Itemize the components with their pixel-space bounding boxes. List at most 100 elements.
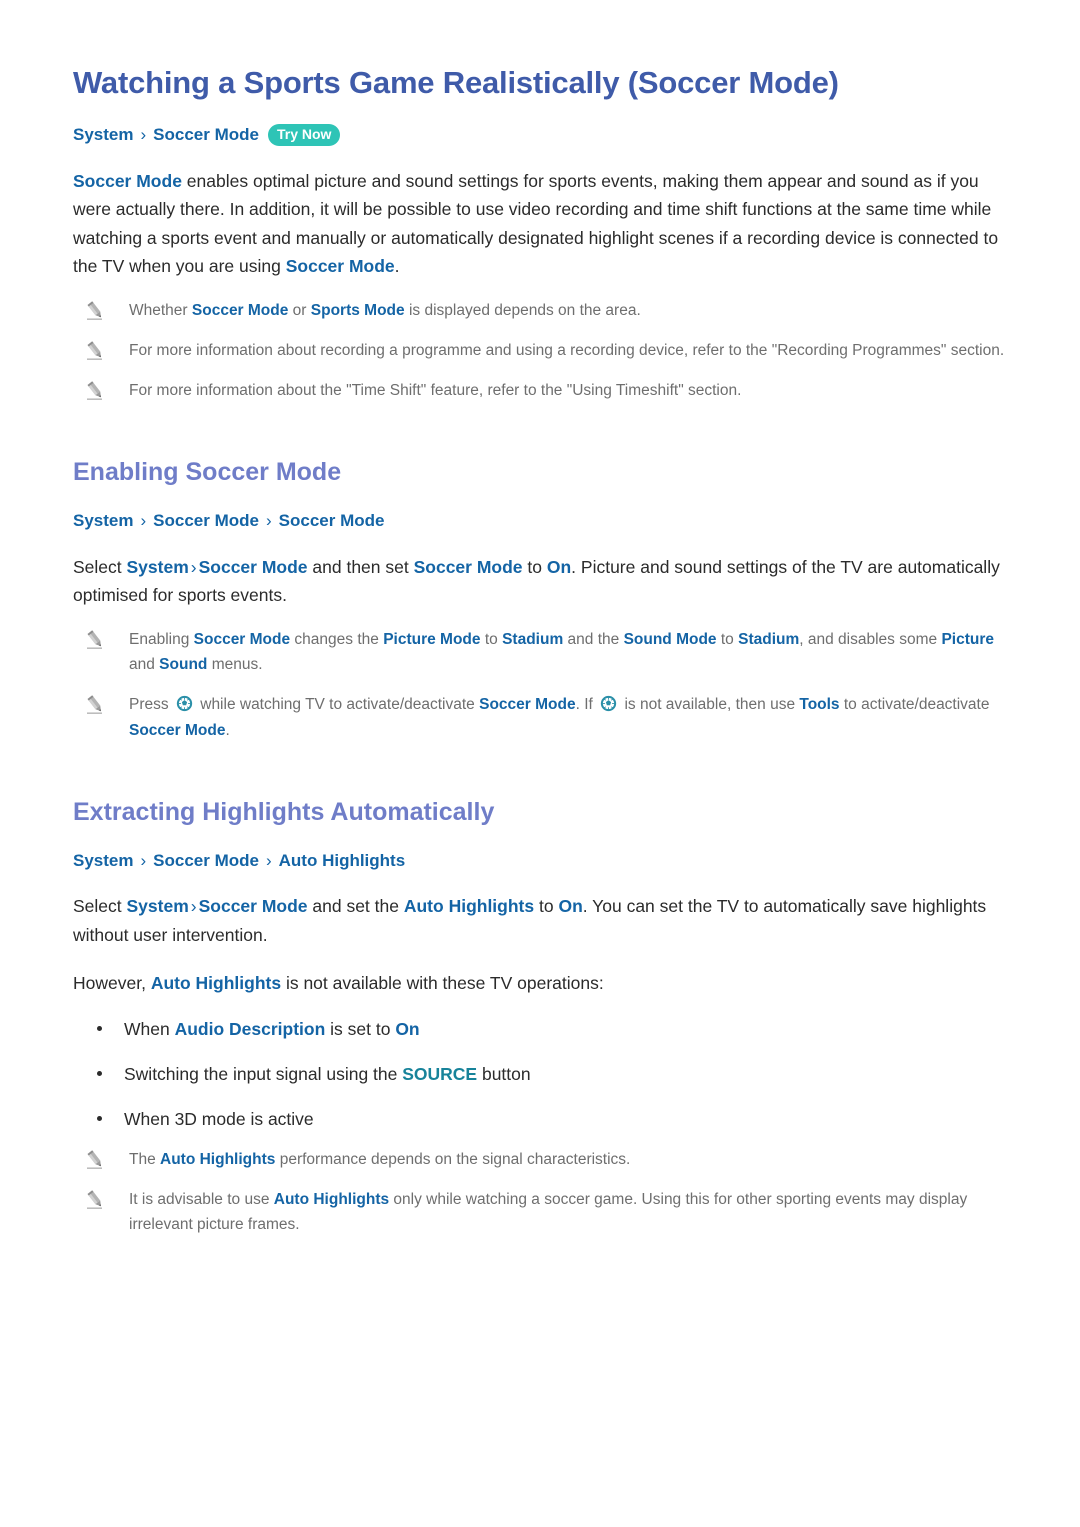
note-link[interactable]: Picture xyxy=(941,631,994,648)
text-run: performance depends on the signal charac… xyxy=(275,1150,631,1168)
breadcrumb-item[interactable]: Soccer Mode xyxy=(153,849,259,873)
text-run: The xyxy=(129,1150,161,1168)
text-run: is set to xyxy=(325,1018,396,1039)
intro-notes: Whether Soccer Mode or Sports Mode is di… xyxy=(73,298,1007,403)
text-run: is not available, then use xyxy=(620,696,800,714)
note-text: Whether Soccer Mode or Sports Mode is di… xyxy=(129,298,1007,323)
breadcrumb-item[interactable]: System xyxy=(73,509,133,533)
document-page: Watching a Sports Game Realistically (So… xyxy=(0,0,1080,1527)
inline-link[interactable]: Soccer Mode xyxy=(199,557,308,577)
text-run: and the xyxy=(563,631,624,649)
list-item: When Audio Description is set to On xyxy=(73,1015,1007,1043)
note-link[interactable]: Stadium xyxy=(738,631,799,648)
text-run: changes the xyxy=(290,631,384,649)
enabling-paragraph: Select System › Soccer Mode and then set S… xyxy=(73,553,1007,610)
note-item: The Auto Highlights performance depends … xyxy=(73,1147,1007,1172)
list-item: Switching the input signal using the SOU… xyxy=(73,1060,1007,1088)
pencil-icon xyxy=(87,1190,102,1210)
breadcrumb-separator-icon: › xyxy=(140,125,147,145)
note-item: Enabling Soccer Mode changes the Picture… xyxy=(73,627,1007,677)
inline-link[interactable]: On xyxy=(547,557,571,577)
note-item: Press while watching TV to activate/deac… xyxy=(73,692,1007,742)
note-link[interactable]: Tools xyxy=(799,696,839,713)
note-text: It is advisable to use Auto Highlights o… xyxy=(129,1187,1007,1237)
breadcrumb-item[interactable]: Soccer Mode xyxy=(153,509,259,533)
inline-link[interactable]: System xyxy=(127,896,189,916)
section-heading-enabling: Enabling Soccer Mode xyxy=(73,458,342,487)
note-link[interactable]: Soccer Mode xyxy=(129,722,225,739)
pencil-icon xyxy=(87,381,102,401)
note-link[interactable]: Picture Mode xyxy=(383,631,480,648)
inline-link[interactable]: Auto Highlights xyxy=(151,973,281,993)
breadcrumb-item[interactable]: System xyxy=(73,849,133,873)
note-link[interactable]: Auto Highlights xyxy=(160,1151,275,1168)
note-text: Enabling Soccer Mode changes the Picture… xyxy=(129,627,1007,677)
breadcrumb-item[interactable]: Soccer Mode xyxy=(153,123,259,147)
pencil-icon xyxy=(87,695,102,715)
intro-tail-link[interactable]: Soccer Mode xyxy=(286,256,395,276)
note-link[interactable]: Sound xyxy=(159,656,207,673)
note-link[interactable]: Sound Mode xyxy=(624,631,717,648)
breadcrumb-separator-icon: › xyxy=(265,511,272,531)
pencil-icon xyxy=(87,301,102,320)
text-run: or xyxy=(288,301,311,319)
text-run: to xyxy=(522,556,547,577)
text-run: For more information about recording a p… xyxy=(129,341,1005,359)
text-run: is displayed depends on the area. xyxy=(404,301,641,319)
highlights-paragraph-2: However, Auto Highlights is not availabl… xyxy=(73,969,1007,997)
breadcrumb-item[interactable]: Auto Highlights xyxy=(279,849,406,873)
breadcrumb-item[interactable]: System xyxy=(73,123,133,147)
note-text: Press while watching TV to activate/deac… xyxy=(129,692,1007,742)
breadcrumb-item[interactable]: Soccer Mode xyxy=(279,509,385,533)
text-run: to xyxy=(534,896,559,917)
note-text: For more information about the "Time Shi… xyxy=(129,378,1007,403)
text-run: and then set xyxy=(307,556,414,577)
text-run: For more information about the "Time Shi… xyxy=(129,382,742,400)
try-now-badge[interactable]: Try Now xyxy=(267,123,341,147)
enabling-notes: Enabling Soccer Mode changes the Picture… xyxy=(73,627,1007,742)
text-run: to activate/deactivate xyxy=(839,696,990,714)
text-run: . xyxy=(225,721,230,739)
pencil-icon xyxy=(87,630,102,650)
soccer-ball-icon xyxy=(176,696,193,712)
inline-link[interactable]: System xyxy=(127,557,189,577)
text-run: Enabling xyxy=(129,631,194,649)
text-run: menus. xyxy=(207,656,263,674)
intro-text-2: . xyxy=(394,256,400,277)
text-run: When 3D mode is active xyxy=(124,1108,314,1129)
note-item: For more information about recording a p… xyxy=(73,338,1007,363)
bullet-link[interactable]: On xyxy=(395,1019,419,1039)
bullet-link[interactable]: SOURCE xyxy=(402,1064,477,1084)
text-run: and xyxy=(129,656,160,674)
path-separator-icon: › xyxy=(190,896,197,917)
text-run: button xyxy=(477,1063,531,1084)
soccer-ball-icon xyxy=(600,696,617,712)
text-run: . If xyxy=(575,696,598,714)
inline-link[interactable]: Soccer Mode xyxy=(199,896,308,916)
note-link[interactable]: Soccer Mode xyxy=(479,696,575,713)
note-text: For more information about recording a p… xyxy=(129,338,1007,363)
note-text: The Auto Highlights performance depends … xyxy=(129,1147,1007,1172)
inline-link[interactable]: Auto Highlights xyxy=(404,896,534,916)
pencil-icon xyxy=(87,1150,102,1169)
note-link[interactable]: Auto Highlights xyxy=(274,1191,389,1208)
text-run: Select xyxy=(73,556,127,577)
breadcrumb-separator-icon: › xyxy=(265,850,272,870)
intro-lead-link[interactable]: Soccer Mode xyxy=(73,171,182,191)
text-run: to xyxy=(716,631,739,649)
text-run: , and disables some xyxy=(799,631,942,649)
inline-link[interactable]: Soccer Mode xyxy=(414,557,523,577)
note-link[interactable]: Soccer Mode xyxy=(194,631,290,648)
highlights-notes: The Auto Highlights performance depends … xyxy=(73,1147,1007,1237)
breadcrumb-separator-icon: › xyxy=(140,511,147,531)
note-link[interactable]: Sports Mode xyxy=(311,302,405,319)
breadcrumb-separator-icon: › xyxy=(140,850,147,870)
text-run: is not available with these TV operation… xyxy=(281,973,604,994)
list-item: When 3D mode is active xyxy=(73,1105,1007,1133)
note-link[interactable]: Stadium xyxy=(502,631,563,648)
note-link[interactable]: Soccer Mode xyxy=(192,302,288,319)
bullet-link[interactable]: Audio Description xyxy=(175,1019,326,1039)
inline-link[interactable]: On xyxy=(558,896,582,916)
pencil-icon xyxy=(87,341,102,360)
highlights-paragraph: Select System › Soccer Mode and set the Au… xyxy=(73,892,1007,949)
